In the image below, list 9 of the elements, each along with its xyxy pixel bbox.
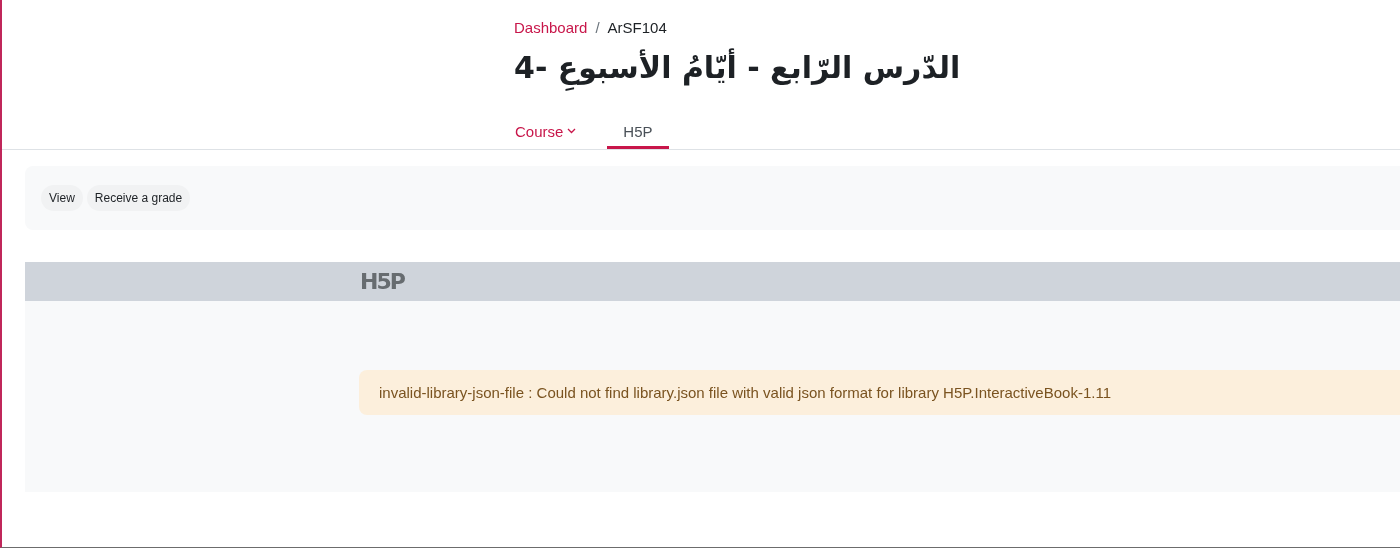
error-message: invalid-library-json-file : Could not find library.json file with valid json format for library H5P.InteractiveBook-1.11 (359, 370, 1400, 415)
breadcrumb-current: ArSF104 (607, 18, 667, 36)
nav-tab[interactable]: H5P (607, 106, 669, 149)
completion-badge: View (41, 185, 83, 211)
completion-badge: Receive a grade (86, 185, 191, 211)
h5p-logo: H5P (360, 269, 404, 294)
breadcrumb-link[interactable]: Dashboard (514, 18, 588, 36)
breadcrumb-separator: / (595, 18, 600, 36)
nav-tab[interactable]: Course (514, 106, 593, 149)
